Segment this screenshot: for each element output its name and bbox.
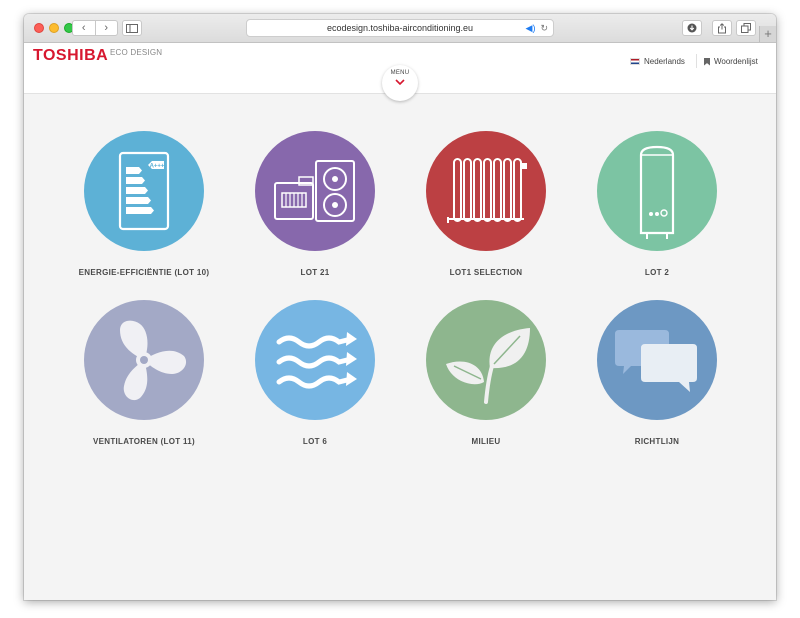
tile-lot-21[interactable]: LOT 21 [230, 131, 400, 277]
reload-icon[interactable]: ↻ [540, 20, 548, 36]
site-header: TOSHIBA ECO DESIGN MENU Nederlands Woord… [24, 43, 776, 101]
fan-icon [120, 320, 187, 401]
sidebar-icon [126, 23, 138, 33]
tile-circle [426, 131, 546, 251]
share-button[interactable] [712, 20, 732, 36]
tile-label: RICHTLIJN [634, 437, 680, 446]
toshiba-logo[interactable]: TOSHIBA [33, 47, 108, 65]
forward-icon[interactable]: › [96, 22, 118, 34]
glossary-link[interactable]: Woordenlijst [704, 57, 758, 66]
download-icon [687, 23, 697, 33]
tile-circle [597, 300, 717, 420]
outdoor-unit-icon [274, 160, 355, 222]
new-tab-button[interactable]: + [759, 26, 776, 42]
tile-circle: A+++ [84, 131, 204, 251]
energy-badge-text: A+++ [150, 164, 165, 170]
tile-circle [597, 131, 717, 251]
browser-titlebar: ‹ › ecodesign.toshiba-airconditioning.eu… [24, 14, 776, 43]
downloads-button[interactable] [682, 20, 702, 36]
back-forward-buttons: ‹ › [72, 20, 118, 36]
tile-richtlijn[interactable]: RICHTLIJN [572, 300, 742, 446]
tile-circle [84, 300, 204, 420]
close-window-button[interactable] [34, 23, 44, 33]
eco-design-label: ECO DESIGN [110, 48, 163, 57]
tile-milieu[interactable]: MILIEU [401, 300, 571, 446]
share-icon [718, 22, 726, 33]
tile-circle [255, 300, 375, 420]
tile-label: ENERGIE-EFFICIËNTIE (LOT 10) [78, 268, 210, 277]
tile-label: LOT 2 [644, 268, 670, 277]
radiator-icon [447, 158, 527, 223]
header-divider [696, 54, 697, 68]
tile-label: LOT 21 [300, 268, 330, 277]
tabs-icon [741, 23, 751, 33]
browser-window: ‹ › ecodesign.toshiba-airconditioning.eu… [24, 14, 776, 600]
tile-label: LOT1 SELECTION [449, 268, 523, 277]
menu-label: MENU [390, 70, 410, 76]
leaf-icon [446, 328, 530, 404]
minimize-window-button[interactable] [49, 23, 59, 33]
sidebar-toggle-button[interactable] [122, 20, 142, 36]
airflow-icon [276, 332, 357, 389]
address-bar[interactable]: ecodesign.toshiba-airconditioning.eu ◀) … [246, 19, 554, 37]
tile-label: MILIEU [471, 437, 501, 446]
tile-circle [426, 300, 546, 420]
tile-ventilators[interactable]: VENTILATOREN (LOT 11) [59, 300, 229, 446]
chevron-down-icon [395, 79, 405, 85]
tile-energy-efficiency[interactable]: A+++ ENERGIE-EFFICIËNTIE (LOT 10) [59, 131, 229, 277]
menu-button[interactable]: MENU [382, 65, 418, 101]
back-icon[interactable]: ‹ [73, 22, 95, 34]
tile-lot-2[interactable]: LOT 2 [572, 131, 742, 277]
tile-label: LOT 6 [302, 437, 328, 446]
tile-lot1-selection[interactable]: LOT1 SELECTION [401, 131, 571, 277]
tile-label: VENTILATOREN (LOT 11) [92, 437, 195, 446]
language-label: Nederlands [644, 57, 685, 66]
dutch-flag-icon [630, 58, 640, 65]
chat-bubbles-icon [615, 330, 697, 392]
show-tabs-button[interactable] [736, 20, 756, 36]
glossary-label: Woordenlijst [714, 57, 758, 66]
energy-label-icon: A+++ [118, 151, 170, 231]
bookmark-icon [704, 57, 710, 66]
water-heater-icon [639, 145, 675, 239]
language-selector[interactable]: Nederlands [630, 57, 685, 66]
url-text: ecodesign.toshiba-airconditioning.eu [326, 23, 474, 33]
tile-circle [255, 131, 375, 251]
speaker-icon[interactable]: ◀) [526, 20, 536, 36]
tile-lot-6[interactable]: LOT 6 [230, 300, 400, 446]
